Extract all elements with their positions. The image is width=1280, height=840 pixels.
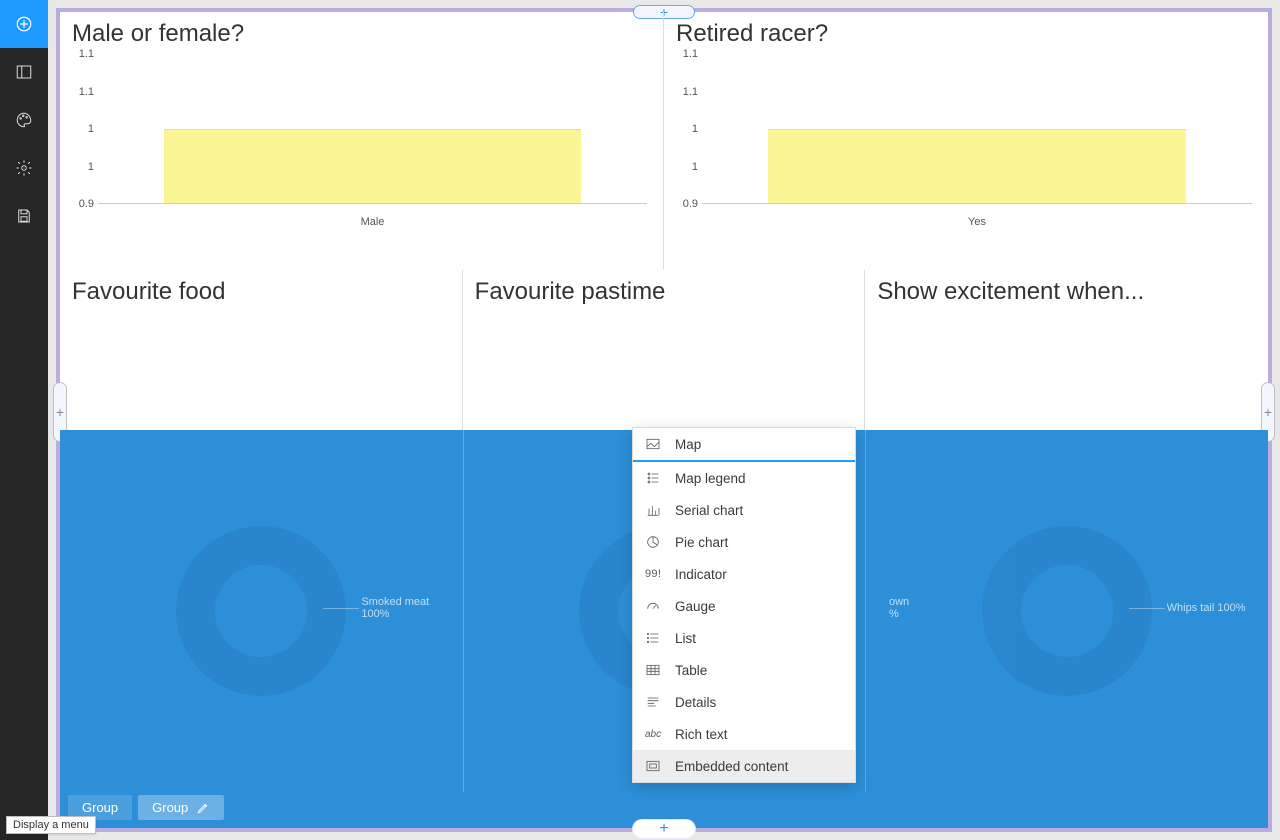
panel-retired-racer[interactable]: Retired racer? 1.1 1.1 1 1 0.9 Yes — [664, 12, 1268, 270]
add-element-button[interactable] — [0, 0, 48, 48]
embed-icon — [645, 758, 661, 774]
panel-title: Male or female? — [72, 20, 651, 48]
panel-title: Favourite pastime — [475, 278, 853, 306]
y-tick: 1 — [692, 161, 698, 173]
panel-title: Retired racer? — [676, 20, 1256, 48]
menu-item-indicator[interactable]: 99! Indicator — [633, 558, 855, 590]
table-icon — [645, 662, 661, 678]
layout-button[interactable] — [0, 48, 48, 96]
menu-item-embedded[interactable]: Embedded content — [633, 750, 855, 782]
list-icon — [645, 630, 661, 646]
bar — [164, 129, 581, 204]
bar-chart-icon — [645, 502, 661, 518]
settings-button[interactable] — [0, 144, 48, 192]
y-tick: 1 — [88, 161, 94, 173]
serial-chart: 1.1 1.1 1 1 0.9 Male — [98, 54, 647, 224]
panel-title: Favourite food — [72, 278, 450, 306]
menu-item-details[interactable]: Details — [633, 686, 855, 718]
menu-item-map[interactable]: Map — [633, 428, 855, 460]
panel-title: Show excitement when... — [877, 278, 1256, 306]
panel-excitement[interactable]: Show excitement when... — [865, 270, 1268, 430]
x-category: Male — [98, 216, 647, 228]
map-icon — [645, 436, 661, 452]
y-tick: 1.1 — [683, 86, 698, 98]
x-category: Yes — [702, 216, 1252, 228]
save-button[interactable] — [0, 192, 48, 240]
add-element-menu: Map Map legend Serial chart Pie chart 99… — [632, 427, 856, 783]
left-rail — [0, 0, 48, 840]
menu-item-serial-chart[interactable]: Serial chart — [633, 494, 855, 526]
details-icon — [645, 694, 661, 710]
menu-item-pie-chart[interactable]: Pie chart — [633, 526, 855, 558]
pencil-icon — [196, 801, 210, 815]
y-tick: 0.9 — [79, 198, 94, 210]
y-tick: 1.1 — [79, 48, 94, 60]
y-tick: 1.1 — [79, 86, 94, 98]
tab-group[interactable]: Group — [138, 795, 224, 820]
y-tick: 1 — [88, 123, 94, 135]
panel-male-female[interactable]: Male or female? 1.1 1.1 1 1 0.9 Male — [60, 12, 664, 270]
y-tick: 1.1 — [683, 48, 698, 60]
panel-fav-pastime[interactable]: Favourite pastime — [463, 270, 866, 430]
pie-chart-icon — [645, 534, 661, 550]
theme-button[interactable] — [0, 96, 48, 144]
gauge-icon — [645, 598, 661, 614]
tooltip: Display a menu — [6, 816, 96, 834]
legend-icon — [645, 470, 661, 486]
menu-item-table[interactable]: Table — [633, 654, 855, 686]
add-handle-bottom[interactable]: + — [633, 820, 695, 838]
menu-item-rich-text[interactable]: abc Rich text — [633, 718, 855, 750]
text-icon: abc — [645, 729, 661, 740]
y-tick: 1 — [692, 123, 698, 135]
panel-fav-food[interactable]: Favourite food — [60, 270, 463, 430]
menu-item-map-legend[interactable]: Map legend — [633, 462, 855, 494]
plus-icon: + — [659, 820, 668, 838]
indicator-icon: 99! — [645, 568, 661, 580]
bar — [768, 129, 1186, 204]
menu-item-list[interactable]: List — [633, 622, 855, 654]
y-tick: 0.9 — [683, 198, 698, 210]
row-middle: Favourite food Favourite pastime Show ex… — [60, 270, 1268, 430]
menu-item-gauge[interactable]: Gauge — [633, 590, 855, 622]
serial-chart: 1.1 1.1 1 1 0.9 Yes — [702, 54, 1252, 224]
row-top: Male or female? 1.1 1.1 1 1 0.9 Male — [60, 12, 1268, 270]
